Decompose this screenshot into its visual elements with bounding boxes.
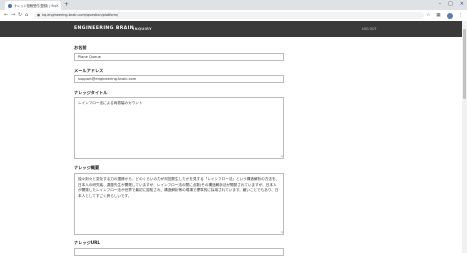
url-label: ナレッジURL [74, 240, 101, 245]
resize-handle-icon[interactable]: ⇲ [280, 155, 283, 158]
window-controls: – □ × [439, 0, 464, 9]
home-icon[interactable]: ⌂ [25, 12, 28, 19]
new-tab-button[interactable]: + [64, 1, 69, 9]
site-brand-subtitle: INQUIRY [133, 26, 152, 31]
profile-avatar[interactable] [446, 12, 453, 19]
page-scrollbar[interactable] [462, 21, 467, 253]
logout-link[interactable]: LOG OUT [362, 27, 376, 31]
forward-icon[interactable]: → [11, 12, 15, 19]
email-field[interactable]: support@engineering-brain.com [74, 75, 284, 83]
summary-textarea[interactable]: 独々刻々と変化する力の遷移から、どのくらいの力が何回発生したかを見する「レインフ… [74, 173, 284, 235]
url-field[interactable] [74, 248, 284, 256]
scrollbar-thumb[interactable] [463, 29, 466, 99]
browser-tab-strip: ナレッジ投稿受付(登録) | Engineeri... × + – □ × [0, 0, 467, 10]
lock-icon: ● [37, 13, 41, 17]
browser-tab[interactable]: ナレッジ投稿受付(登録) | Engineeri... × [5, 1, 61, 10]
summary-label: ナレッジ概要 [74, 165, 100, 170]
url-text: kq.engineering-brain.com/question/platfo… [42, 13, 119, 17]
title-text: レインフロー法による両振幅のカウント [78, 101, 143, 105]
email-label: メールアドレス [74, 68, 104, 73]
resize-handle-icon[interactable]: ⇲ [280, 231, 283, 234]
bookmark-star-icon[interactable]: ☆ [426, 12, 430, 19]
site-brand-logo[interactable]: ENGINEERING BRAIN [74, 26, 134, 31]
toolbar-actions: ☆ ▦ ⋮ [426, 12, 463, 19]
title-label: ナレッジタイトル [74, 90, 108, 95]
reload-icon[interactable]: ↻ [18, 12, 22, 19]
site-favicon-icon [8, 3, 12, 8]
address-bar[interactable]: ● kq.engineering-brain.com/question/plat… [34, 12, 424, 19]
close-tab-icon[interactable]: × [56, 3, 59, 8]
minimize-icon[interactable]: – [439, 0, 442, 9]
back-icon[interactable]: ← [4, 12, 8, 19]
page-content: お名前 Plane Queue メールアドレス support@engineer… [0, 37, 462, 256]
tab-title: ナレッジ投稿受付(登録) | Engineeri... [14, 4, 56, 8]
name-label: お名前 [74, 45, 87, 50]
title-textarea[interactable]: レインフロー法による両振幅のカウント ⇲ [74, 97, 284, 159]
extensions-icon[interactable]: ▦ [436, 12, 440, 19]
menu-icon[interactable]: ⋮ [459, 12, 464, 19]
maximize-icon[interactable]: □ [448, 0, 453, 9]
summary-text: 独々刻々と変化する力の遷移から、どのくらいの力が何回発生したかを見する「レインフ… [78, 177, 280, 198]
close-window-icon[interactable]: × [460, 0, 464, 9]
name-field[interactable]: Plane Queue [74, 53, 284, 61]
site-header: ENGINEERING BRAIN INQUIRY LOG OUT [0, 21, 462, 37]
